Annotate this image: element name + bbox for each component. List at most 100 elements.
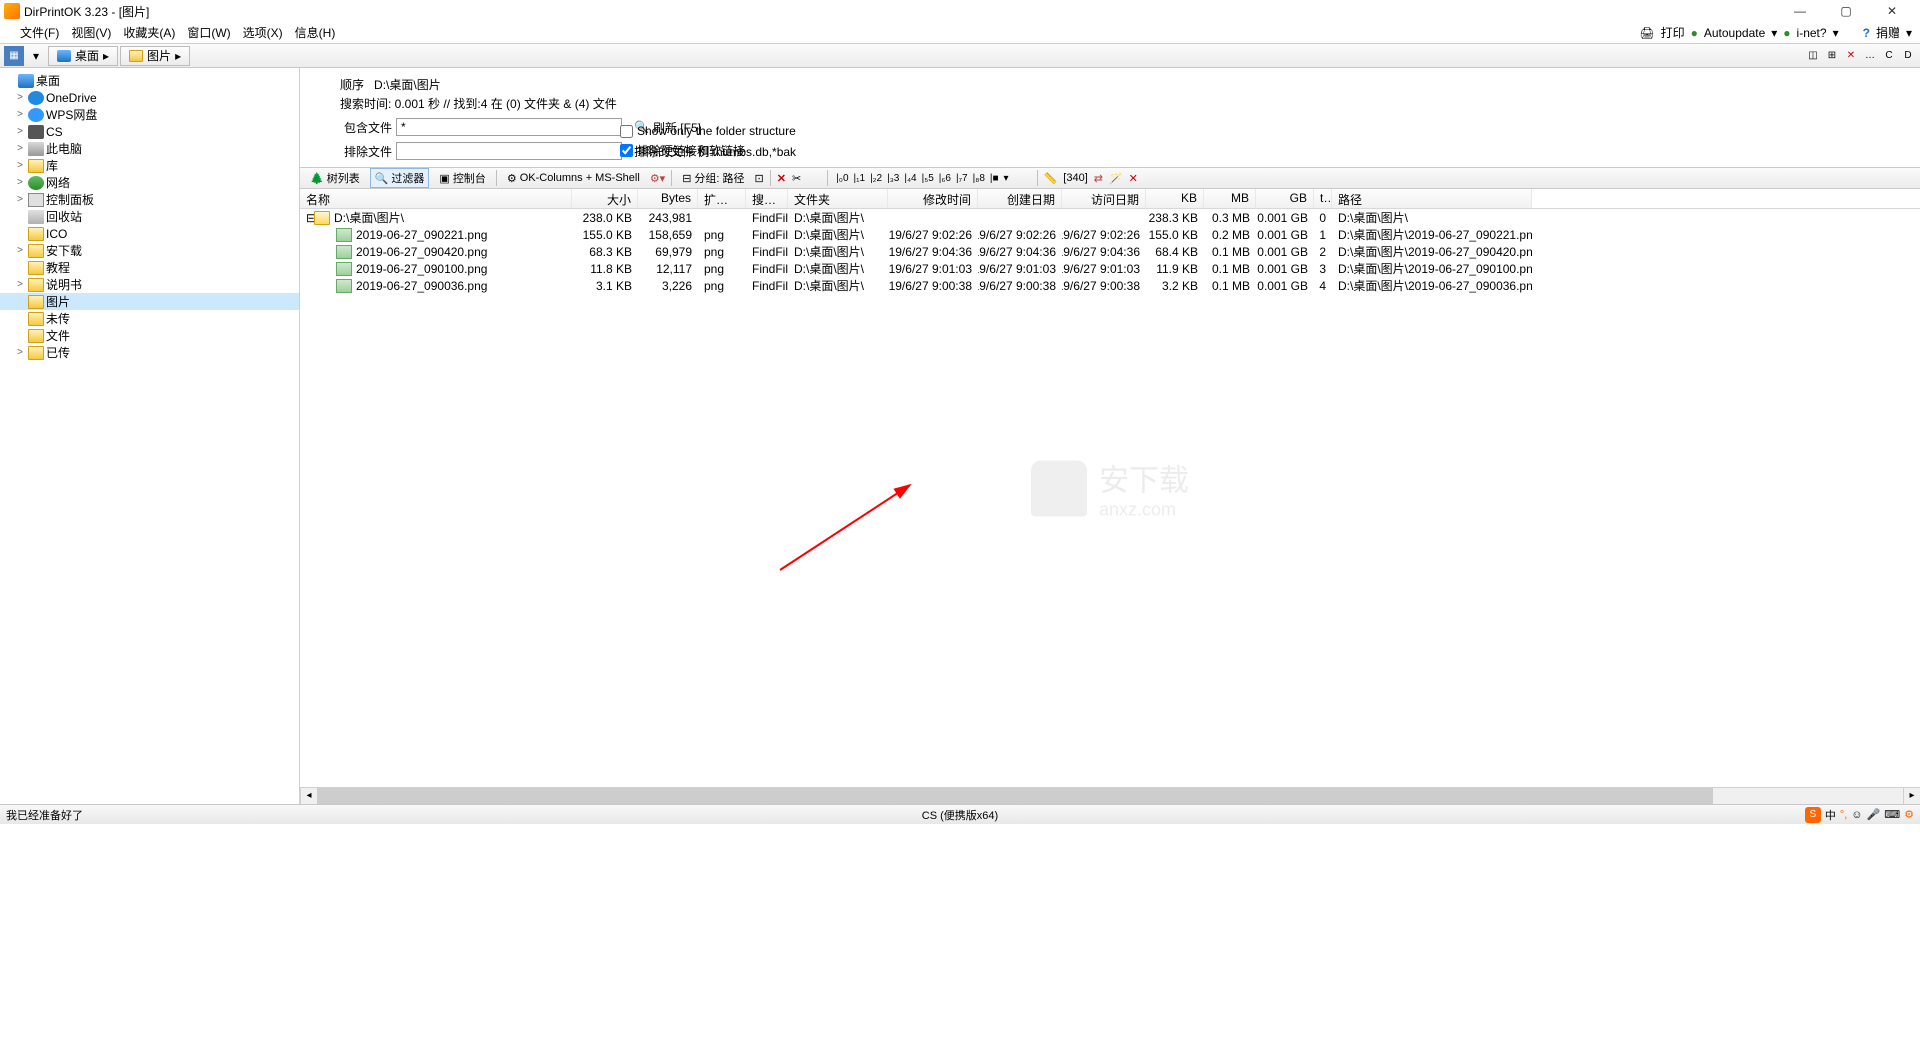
wand-icon[interactable]: 🪄 (1109, 172, 1123, 185)
column-header[interactable]: t... (1314, 189, 1332, 208)
menu-file[interactable]: 文件(F) (20, 24, 59, 41)
table-row[interactable]: ⊟D:\桌面\图片\238.0 KB243,981FindFileD:\桌面\图… (300, 209, 1920, 226)
menu-favorites[interactable]: 收藏夹(A) (123, 24, 175, 41)
expand-icon[interactable]: > (14, 347, 26, 358)
table-row[interactable]: 2019-06-27_090100.png11.8 KB12,117pngFin… (300, 260, 1920, 277)
column-header[interactable]: 创建日期 (978, 189, 1062, 208)
tree-node[interactable]: 教程 (0, 259, 299, 276)
breadcrumb-pictures[interactable]: 图片 ▸ (120, 46, 190, 66)
tree-node[interactable]: >控制面板 (0, 191, 299, 208)
dropdown-icon[interactable]: ⚙▾ (650, 172, 665, 185)
table-row[interactable]: 2019-06-27_090036.png3.1 KB3,226pngFindF… (300, 277, 1920, 294)
tree-node[interactable]: >安下载 (0, 242, 299, 259)
table-row[interactable]: 2019-06-27_090221.png155.0 KB158,659pngF… (300, 226, 1920, 243)
scrollbar-thumb[interactable] (317, 788, 1713, 804)
dropdown-icon[interactable]: ▾ (1771, 26, 1777, 40)
folder-tree[interactable]: 桌面>OneDrive>WPS网盘>CS>此电脑>库>网络>控制面板回收站ICO… (0, 68, 300, 804)
btn-treelist[interactable]: 🌲树列表 (306, 168, 364, 188)
tree-node[interactable]: 回收站 (0, 208, 299, 225)
tray-punct[interactable]: °, (1840, 809, 1847, 821)
column-header[interactable]: 修改时间 (888, 189, 978, 208)
tree-node[interactable]: >OneDrive (0, 89, 299, 106)
btn-group[interactable]: ⊟分组: 路径 (678, 168, 748, 188)
tree-node[interactable]: >WPS网盘 (0, 106, 299, 123)
layout-prev[interactable]: … (1862, 48, 1878, 64)
tray-keyboard-icon[interactable]: ⌨ (1884, 808, 1900, 821)
tree-node[interactable]: >说明书 (0, 276, 299, 293)
tray-sogou-icon[interactable]: S (1805, 807, 1821, 823)
expand-icon[interactable]: > (14, 279, 26, 290)
cut-icon[interactable]: ✂ (792, 172, 801, 185)
column-header[interactable]: 扩展名 (698, 189, 746, 208)
close-button[interactable]: ✕ (1878, 4, 1906, 18)
menu-print[interactable]: 打印 (1661, 24, 1685, 41)
swap-icon[interactable]: ⇄ (1094, 172, 1103, 185)
minimize-button[interactable]: — (1786, 4, 1814, 18)
horizontal-scrollbar[interactable]: ◂ ▸ (300, 787, 1920, 804)
column-header[interactable]: 路径 (1332, 189, 1532, 208)
tray-lang[interactable]: 中 (1825, 807, 1836, 823)
expand-icon[interactable]: > (14, 177, 26, 188)
tree-node[interactable]: ICO (0, 225, 299, 242)
column-header[interactable]: Bytes (638, 189, 698, 208)
expand-icon[interactable]: > (14, 160, 26, 171)
menu-inet[interactable]: i-net? (1797, 26, 1827, 40)
tray-smiley-icon[interactable]: ☺ (1851, 809, 1862, 821)
layout-d[interactable]: D (1900, 48, 1916, 64)
tree-node[interactable]: >网络 (0, 174, 299, 191)
tree-node[interactable]: 文件 (0, 327, 299, 344)
tree-node[interactable]: 桌面 (0, 72, 299, 89)
chevron-down-icon[interactable]: ▾ (26, 46, 46, 66)
menu-window[interactable]: 窗口(W) (187, 24, 230, 41)
delete-icon-2[interactable]: ✕ (1129, 172, 1138, 185)
tree-node[interactable]: >库 (0, 157, 299, 174)
expand-icon[interactable]: > (14, 143, 26, 154)
tree-node[interactable]: >已传 (0, 344, 299, 361)
menu-donate[interactable]: 捐赠 (1876, 24, 1900, 41)
expand-icon[interactable]: > (14, 92, 26, 103)
breadcrumb-desktop[interactable]: 桌面 ▸ (48, 46, 118, 66)
layout-btn-2[interactable]: ⊞ (1824, 48, 1840, 64)
tray-settings-icon[interactable]: ⚙ (1904, 808, 1914, 821)
scroll-left[interactable]: ◂ (300, 788, 317, 804)
expand-icon[interactable]: > (14, 126, 26, 137)
column-width-presets[interactable]: |₀0|₁1|₂2|₃3|₄4|₅5|₆6|₇7|₈8|■▾ (834, 173, 1010, 184)
group-config-icon[interactable]: ⊡ (755, 172, 764, 185)
file-list[interactable]: 名称大小Bytes扩展名搜索...文件夹修改时间创建日期访问日期KBMBGBt.… (300, 189, 1920, 787)
menu-options[interactable]: 选项(X) (243, 24, 283, 41)
delete-icon[interactable]: ✕ (777, 172, 786, 185)
table-row[interactable]: 2019-06-27_090420.png68.3 KB69,979pngFin… (300, 243, 1920, 260)
column-header[interactable]: 名称 (300, 189, 572, 208)
btn-filter[interactable]: 🔍过滤器 (370, 168, 430, 188)
tree-node[interactable]: 未传 (0, 310, 299, 327)
include-input[interactable] (396, 118, 622, 136)
column-header[interactable]: 文件夹 (788, 189, 888, 208)
exclude-input[interactable] (396, 142, 622, 160)
dropdown-icon-2[interactable]: ▾ (1833, 26, 1839, 40)
layout-c[interactable]: C (1881, 48, 1897, 64)
dropdown-icon-3[interactable]: ▾ (1906, 26, 1912, 40)
expand-icon[interactable]: > (14, 194, 26, 205)
tree-node[interactable]: >此电脑 (0, 140, 299, 157)
layout-btn-1[interactable]: ◫ (1805, 48, 1821, 64)
layout-close[interactable]: ✕ (1843, 48, 1859, 64)
column-header[interactable]: KB (1146, 189, 1204, 208)
column-header[interactable]: 访问日期 (1062, 189, 1146, 208)
maximize-button[interactable]: ▢ (1832, 4, 1860, 18)
scroll-right[interactable]: ▸ (1903, 788, 1920, 804)
column-header[interactable]: 搜索... (746, 189, 788, 208)
chk-exclude-links[interactable]: 排除硬链接和软链接 (620, 142, 1880, 159)
btn-console[interactable]: ▣控制台 (435, 168, 489, 188)
tray-mic-icon[interactable]: 🎤 (1867, 808, 1881, 821)
menu-autoupdate[interactable]: Autoupdate (1704, 26, 1765, 40)
chk-show-folder[interactable]: Show only the folder structure (620, 124, 1880, 138)
expand-icon[interactable]: > (14, 245, 26, 256)
btn-okcolumns[interactable]: ⚙OK-Columns + MS-Shell (503, 168, 644, 188)
tree-node[interactable]: >CS (0, 123, 299, 140)
column-header[interactable]: MB (1204, 189, 1256, 208)
ruler-icon[interactable]: 📏 (1044, 172, 1058, 185)
menu-info[interactable]: 信息(H) (295, 24, 336, 41)
column-header[interactable]: 大小 (572, 189, 638, 208)
grid-icon[interactable]: ▦ (4, 46, 24, 66)
menu-view[interactable]: 视图(V) (71, 24, 111, 41)
